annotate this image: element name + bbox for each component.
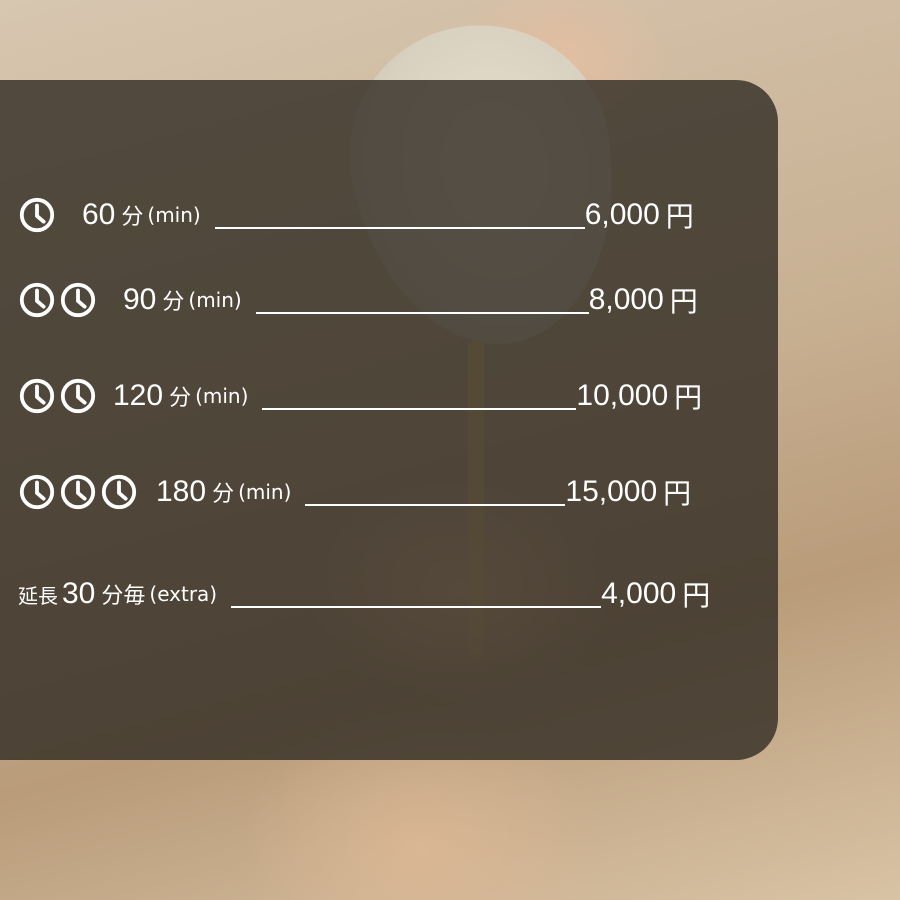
extension-suffix: 分毎 [101,584,146,609]
duration-min-label: (min) [195,384,249,408]
price-panel [0,80,778,760]
leader-line [305,504,566,506]
price-value: 8,000 [588,283,664,316]
clock-icon [100,473,138,511]
duration-unit: 分 [212,482,235,507]
extension-extra-label: (extra) [149,582,218,606]
price-row-120: 120 分 (min) 10,000 円 [18,374,702,418]
clock-group [18,281,97,319]
duration-value: 60 [82,198,116,231]
clock-group [18,196,56,234]
duration-value: 120 [113,379,164,412]
currency-label: 円 [669,285,698,318]
duration-min-label: (min) [147,203,201,227]
extension-prefix: 延長 [18,583,58,608]
duration-min-label: (min) [238,480,292,504]
price-row-extension: 延長 30 分毎 (extra) 4,000 円 [18,572,710,616]
price-row-90: 90 分 (min) 8,000 円 [18,278,698,322]
clock-icon [59,473,97,511]
duration-unit: 分 [169,386,192,411]
price-value: 10,000 [576,379,669,412]
currency-label: 円 [665,200,694,233]
price-value: 6,000 [584,198,660,231]
clock-icon [18,281,56,319]
duration-unit: 分 [162,290,185,315]
duration-min-label: (min) [188,288,242,312]
clock-icon [18,196,56,234]
price-row-60: 60 分 (min) 6,000 円 [18,193,694,237]
duration-unit: 分 [121,205,144,230]
leader-line [231,606,602,608]
clock-group [18,473,138,511]
leader-line [214,227,585,229]
clock-group [18,377,97,415]
leader-line [262,408,577,410]
duration-value: 180 [156,475,207,508]
price-value: 15,000 [565,475,658,508]
clock-icon [59,281,97,319]
clock-icon [18,377,56,415]
price-row-180: 180 分 (min) 15,000 円 [18,470,691,514]
extension-price: 4,000 [601,577,677,610]
currency-label: 円 [682,579,711,612]
currency-label: 円 [674,381,703,414]
clock-icon [59,377,97,415]
leader-line [255,312,589,314]
currency-label: 円 [663,477,692,510]
duration-value: 90 [123,283,157,316]
extension-minutes: 30 [62,577,96,610]
clock-icon [18,473,56,511]
